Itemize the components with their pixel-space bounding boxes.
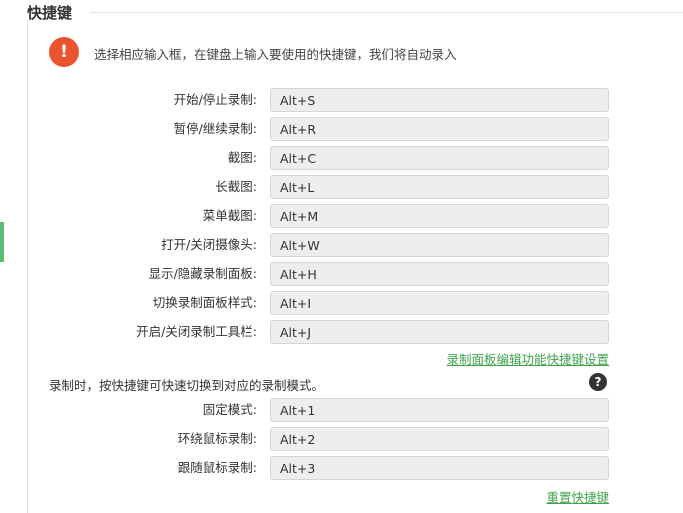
- shortcut-input-menu-screenshot[interactable]: [270, 204, 609, 228]
- section-title: 快捷键: [27, 4, 73, 22]
- shortcut-label: 切换录制面板样式:: [152, 295, 257, 310]
- mode-description: 录制时，按快捷键可快速切换到对应的录制模式。: [49, 378, 325, 393]
- shortcut-input-screenshot[interactable]: [270, 146, 609, 170]
- question-icon[interactable]: ?: [589, 373, 607, 391]
- shortcut-input-fixed-mode[interactable]: [270, 398, 609, 422]
- shortcut-row-camera: 打开/关闭摄像头:: [0, 233, 683, 257]
- shortcut-label: 固定模式:: [202, 402, 257, 417]
- shortcut-row-start-stop: 开始/停止录制:: [0, 88, 683, 112]
- shortcut-label: 开始/停止录制:: [173, 92, 257, 107]
- mode-row-follow-mouse: 跟随鼠标录制:: [0, 456, 683, 480]
- reset-shortcuts-link[interactable]: 重置快捷键: [546, 487, 609, 506]
- shortcut-row-menu-screenshot: 菜单截图:: [0, 204, 683, 228]
- shortcut-input-around-mouse[interactable]: [270, 427, 609, 451]
- shortcut-label: 截图:: [227, 150, 257, 165]
- shortcut-label: 显示/隐藏录制面板:: [148, 266, 257, 281]
- shortcut-row-screenshot: 截图:: [0, 146, 683, 170]
- notice-text: 选择相应输入框，在键盘上输入要使用的快捷键，我们将自动录入: [94, 47, 457, 62]
- shortcut-label: 环绕鼠标录制:: [177, 431, 257, 446]
- shortcut-label: 暂停/继续录制:: [173, 121, 257, 136]
- shortcut-input-camera[interactable]: [270, 233, 609, 257]
- shortcut-input-pause-resume[interactable]: [270, 117, 609, 141]
- shortcut-row-panel-visibility: 显示/隐藏录制面板:: [0, 262, 683, 286]
- shortcut-row-pause-resume: 暂停/继续录制:: [0, 117, 683, 141]
- shortcut-label: 长截图:: [215, 179, 257, 194]
- mode-row-fixed: 固定模式:: [0, 398, 683, 422]
- shortcut-input-panel-style[interactable]: [270, 291, 609, 315]
- shortcut-label: 跟随鼠标录制:: [177, 460, 257, 475]
- shortcut-row-panel-style: 切换录制面板样式:: [0, 291, 683, 315]
- section-divider: [90, 12, 683, 13]
- shortcut-input-long-screenshot[interactable]: [270, 175, 609, 199]
- mode-row-around-mouse: 环绕鼠标录制:: [0, 427, 683, 451]
- shortcut-input-follow-mouse[interactable]: [270, 456, 609, 480]
- shortcut-label: 开启/关闭录制工具栏:: [136, 324, 257, 339]
- shortcut-label: 打开/关闭摄像头:: [161, 237, 257, 252]
- shortcut-row-toolbar: 开启/关闭录制工具栏:: [0, 320, 683, 344]
- shortcut-label: 菜单截图:: [202, 208, 257, 223]
- shortcut-input-start-stop[interactable]: [270, 88, 609, 112]
- panel-shortcut-settings-link[interactable]: 录制面板编辑功能快捷键设置: [446, 349, 609, 368]
- shortcut-input-toolbar[interactable]: [270, 320, 609, 344]
- exclamation-icon: !: [49, 37, 79, 67]
- shortcut-row-long-screenshot: 长截图:: [0, 175, 683, 199]
- shortcut-input-panel-visibility[interactable]: [270, 262, 609, 286]
